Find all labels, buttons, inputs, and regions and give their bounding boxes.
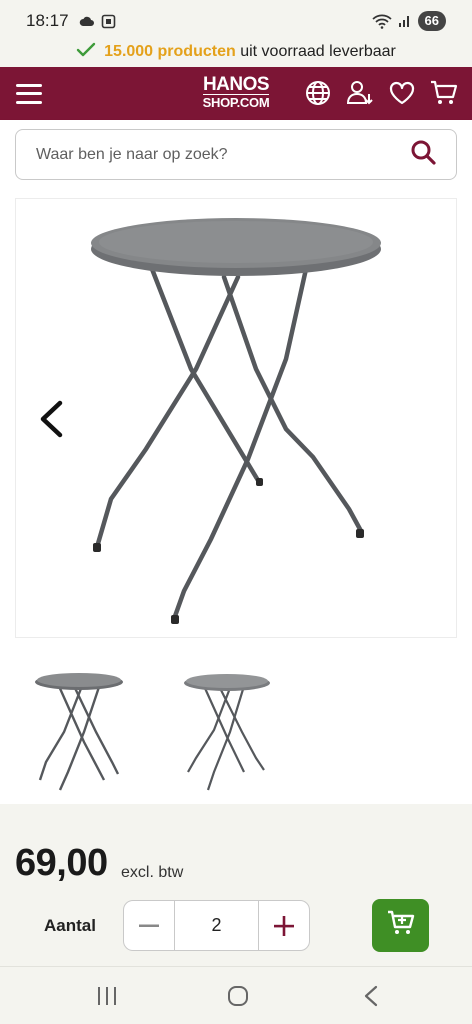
wifi-icon bbox=[371, 14, 392, 29]
system-navigation-bar bbox=[0, 966, 472, 1024]
quantity-value[interactable]: 2 bbox=[174, 901, 259, 950]
check-icon bbox=[76, 42, 96, 62]
battery-indicator: 66 bbox=[417, 11, 446, 31]
search-icon[interactable] bbox=[410, 139, 436, 170]
status-time: 18:17 bbox=[26, 11, 69, 30]
globe-icon[interactable] bbox=[304, 79, 332, 107]
price-note: excl. btw bbox=[121, 864, 184, 881]
thumbnail-1[interactable] bbox=[24, 662, 134, 797]
logo-bottom-text: SHOP.COM bbox=[202, 94, 270, 110]
usp-highlight: 15.000 producten bbox=[104, 43, 236, 60]
quantity-stepper: 2 bbox=[123, 900, 310, 951]
product-image bbox=[91, 218, 381, 624]
search-section bbox=[0, 120, 472, 192]
user-icon[interactable] bbox=[346, 79, 374, 107]
chevron-left-icon[interactable] bbox=[36, 399, 66, 439]
status-system-icons: 66 bbox=[371, 11, 446, 31]
hamburger-icon[interactable] bbox=[16, 83, 42, 104]
status-bar: 18:17 66 bbox=[0, 0, 472, 42]
recent-apps-icon[interactable] bbox=[92, 981, 122, 1011]
status-notification-icons bbox=[79, 14, 116, 29]
search-input[interactable] bbox=[36, 145, 410, 164]
minus-icon[interactable] bbox=[124, 901, 174, 950]
usp-banner: 15.000 producten uit voorraad leverbaar bbox=[0, 38, 472, 66]
home-icon[interactable] bbox=[223, 981, 253, 1011]
plus-icon[interactable] bbox=[259, 901, 309, 950]
site-header: HANOS SHOP.COM bbox=[0, 67, 472, 120]
product-media bbox=[0, 192, 472, 804]
quantity-label: Aantal bbox=[44, 916, 96, 935]
cloud-icon bbox=[79, 16, 94, 26]
heart-icon[interactable] bbox=[388, 79, 416, 107]
search-box bbox=[15, 129, 457, 180]
signal-icon bbox=[398, 16, 409, 27]
usp-text: uit voorraad leverbaar bbox=[240, 43, 396, 60]
product-image-gallery[interactable] bbox=[15, 198, 457, 638]
price-section: 69,00 excl. btw Aantal 2 bbox=[0, 804, 472, 966]
back-icon[interactable] bbox=[356, 981, 386, 1011]
product-price: 69,00 bbox=[15, 842, 108, 884]
hanos-logo[interactable]: HANOS SHOP.COM bbox=[195, 75, 277, 113]
thumbnail-strip bbox=[0, 662, 472, 802]
add-to-cart-button[interactable] bbox=[372, 899, 429, 952]
cart-icon[interactable] bbox=[430, 79, 458, 107]
thumbnail-2[interactable] bbox=[172, 662, 282, 797]
add-cart-icon bbox=[387, 910, 415, 941]
screenshot-icon bbox=[101, 14, 115, 28]
logo-top-text: HANOS bbox=[202, 74, 270, 95]
